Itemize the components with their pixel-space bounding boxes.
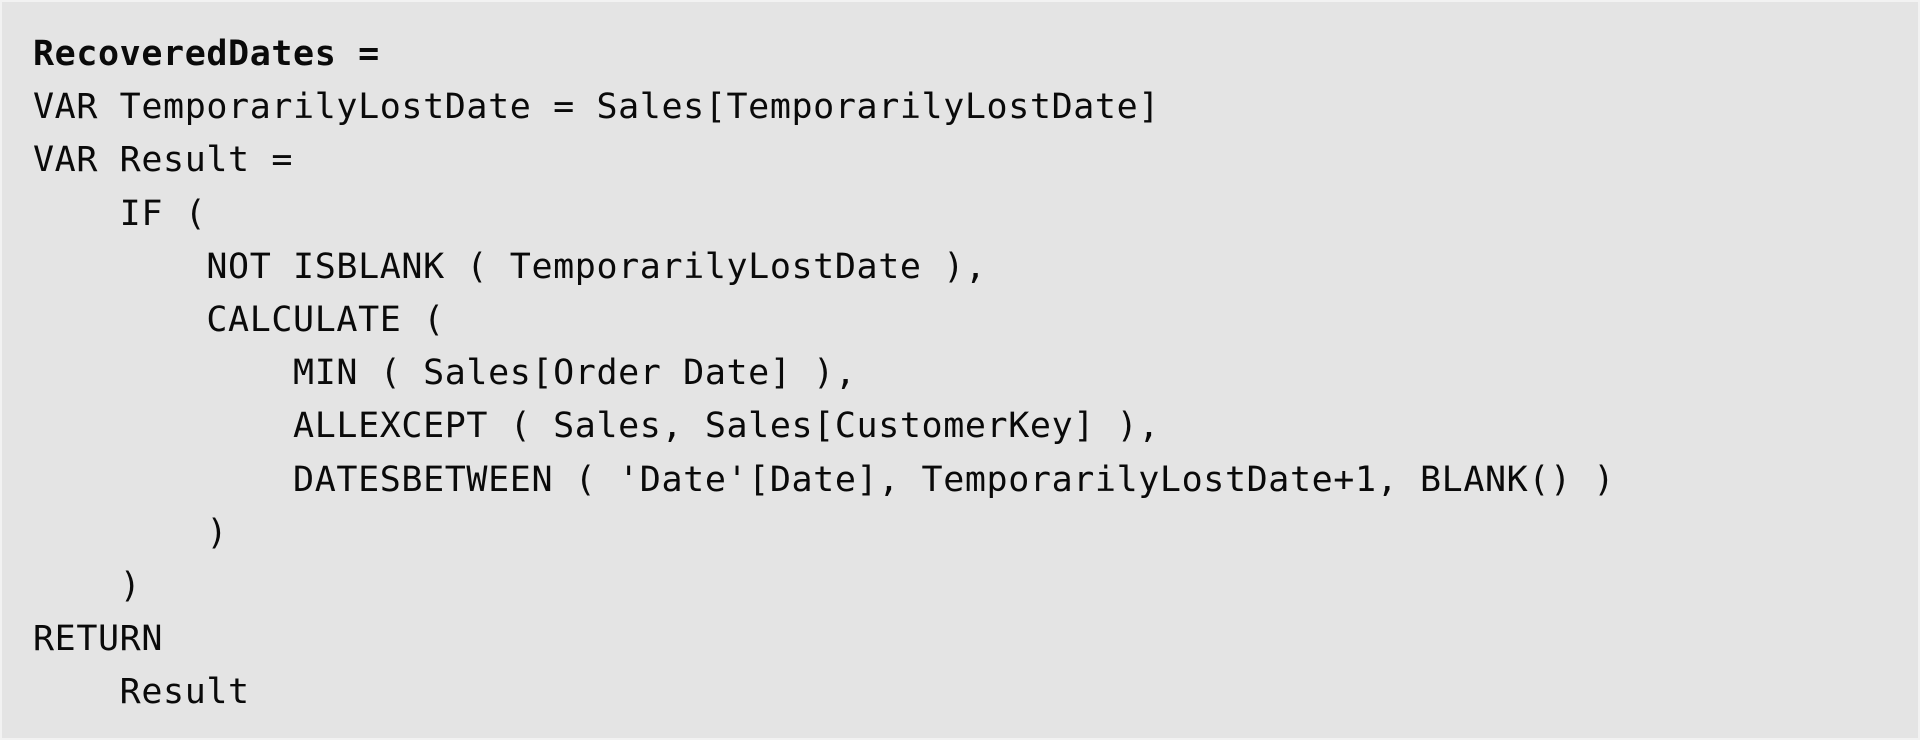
code-line: DATESBETWEEN ( 'Date'[Date], Temporarily… <box>33 459 1616 500</box>
code-line: ALLEXCEPT ( Sales, Sales[CustomerKey] ), <box>33 406 1160 447</box>
code-line: VAR Result = <box>33 140 294 181</box>
code-line: Result <box>33 672 250 713</box>
code-line: VAR TemporarilyLostDate = Sales[Temporar… <box>33 87 1160 128</box>
code-line: CALCULATE ( <box>33 299 445 340</box>
code-block: RecoveredDates = VAR TemporarilyLostDate… <box>0 0 1920 740</box>
code-line: NOT ISBLANK ( TemporarilyLostDate ), <box>33 246 987 287</box>
code-line: ) <box>33 565 142 606</box>
code-line: MIN ( Sales[Order Date] ), <box>33 353 857 394</box>
code-line: ) <box>33 512 229 553</box>
code-line-measure-name: RecoveredDates = <box>33 34 380 74</box>
code-line: RETURN <box>33 619 164 660</box>
code-line: IF ( <box>33 193 207 234</box>
